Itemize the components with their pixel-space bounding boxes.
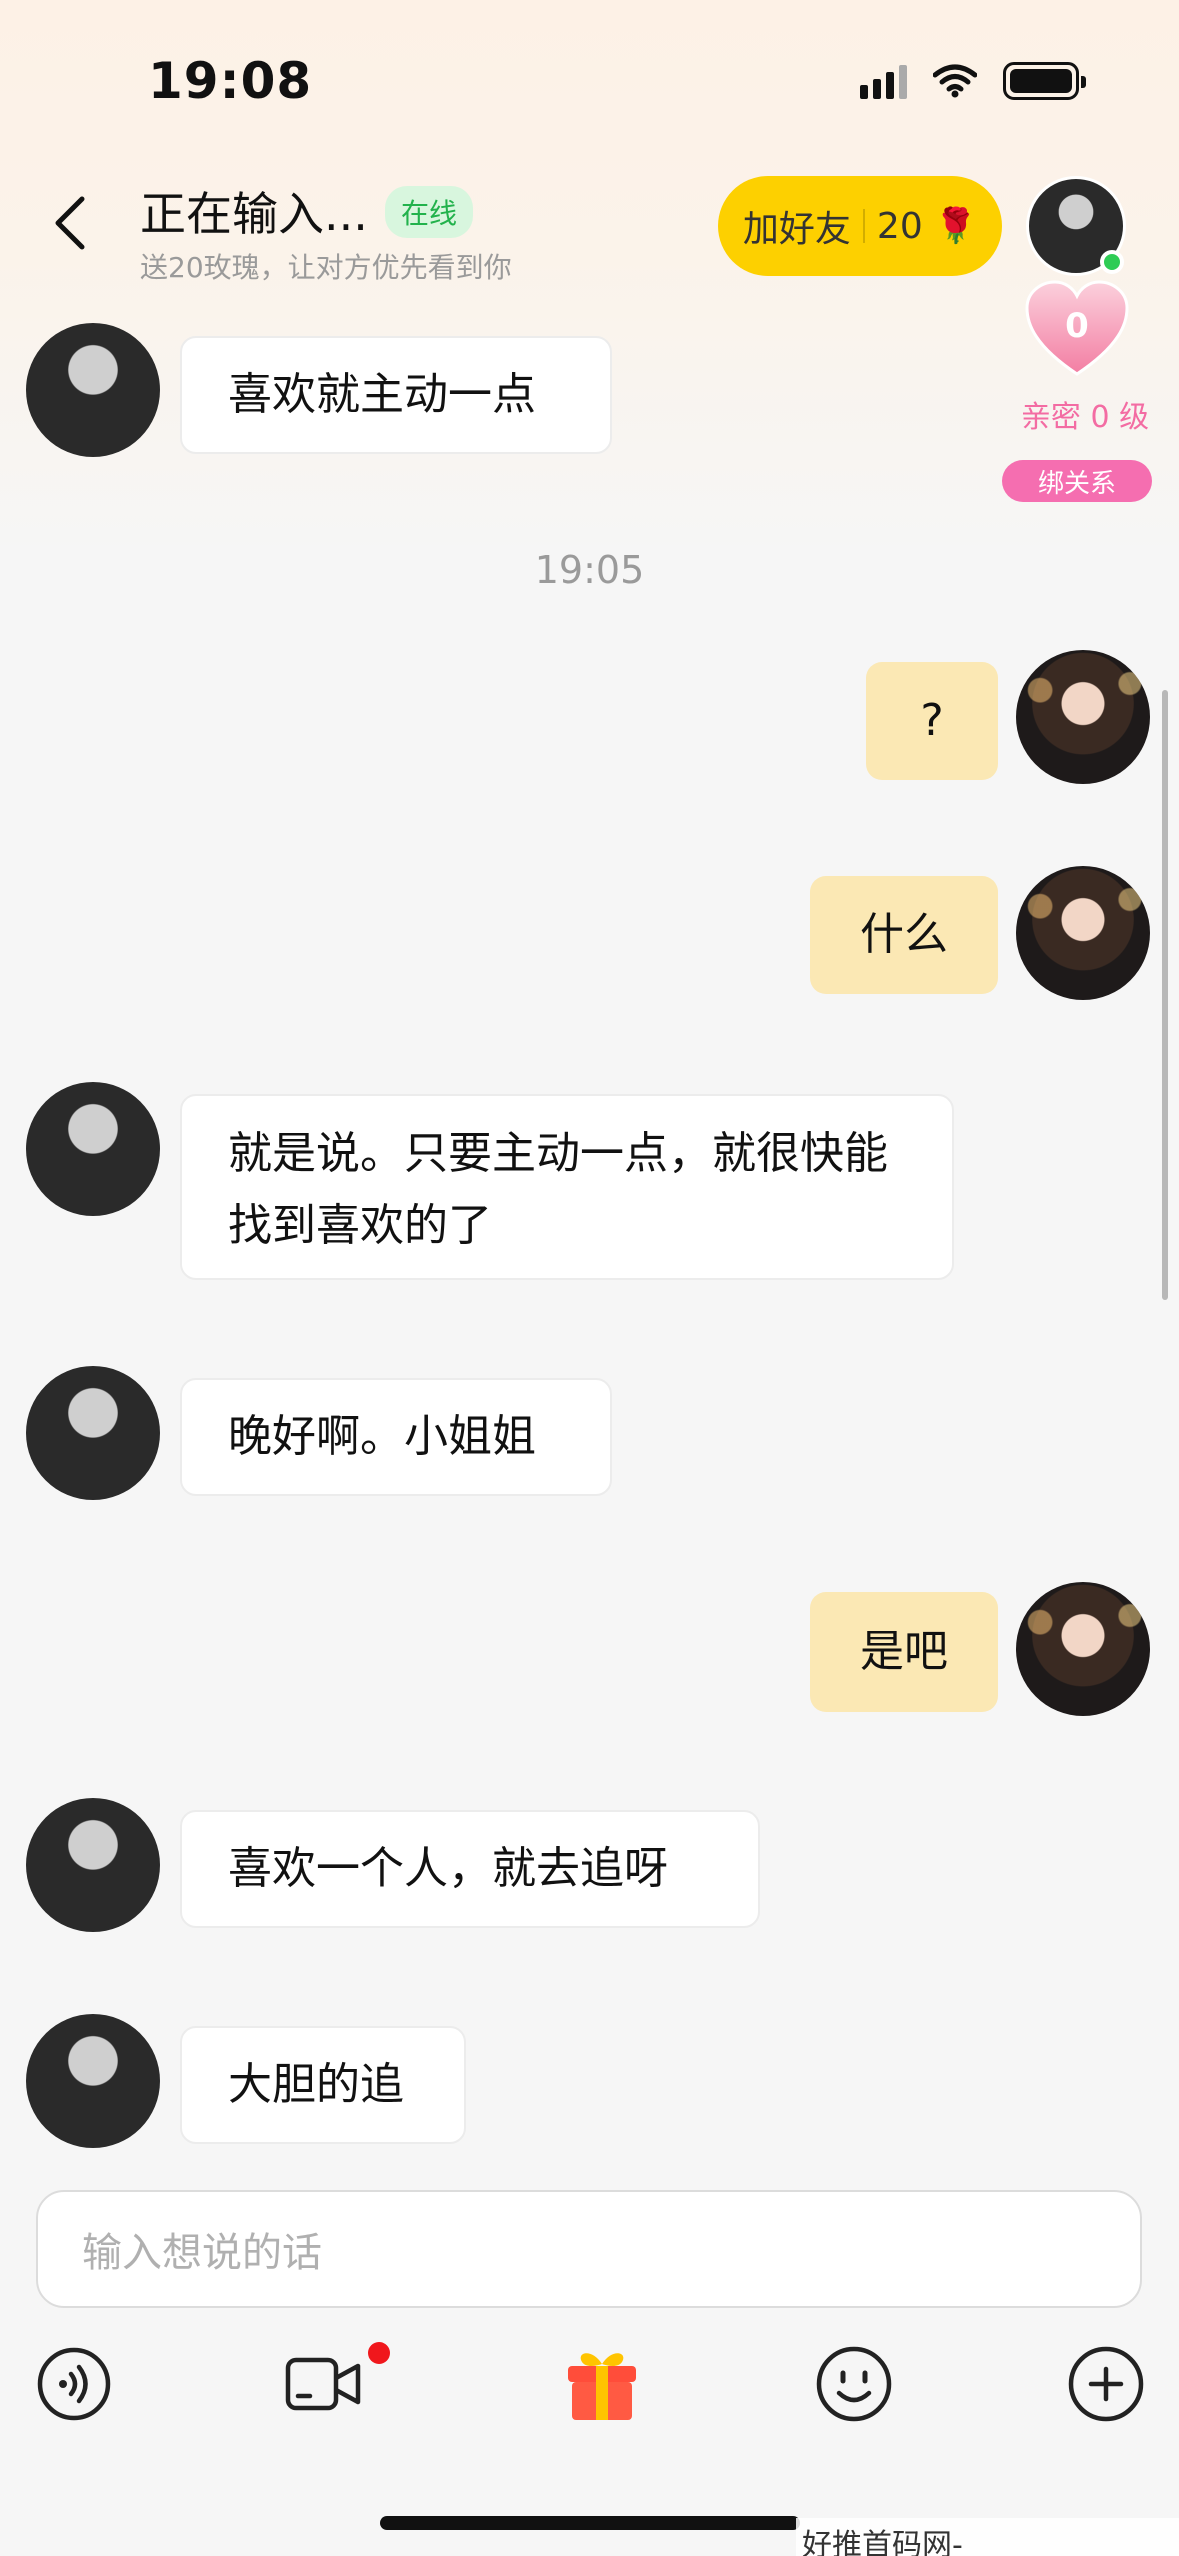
message-bubble[interactable]: 就是说。只要主动一点，就很快能找到喜欢的了 [180,1094,954,1280]
cellular-signal-icon [860,63,907,99]
back-button[interactable] [40,188,100,258]
message-bubble[interactable]: ? [866,662,998,780]
message-bubble[interactable]: 是吧 [810,1592,998,1712]
peer-avatar[interactable] [26,2014,160,2148]
online-indicator [1100,250,1124,274]
gift-button[interactable] [554,2336,650,2432]
intimacy-value: 0 [1065,306,1089,346]
online-status-badge: 在线 [385,186,474,238]
my-avatar[interactable] [1016,650,1150,784]
message-bubble[interactable]: 喜欢就主动一点 [180,336,612,454]
voice-button[interactable] [26,2336,122,2432]
add-friend-label: 加好友 [742,209,851,250]
chat-title: 正在输入... [140,187,368,241]
plus-icon [1068,2346,1144,2422]
intimacy-heart-icon[interactable]: 0 [1025,280,1129,380]
status-time: 19:08 [148,52,313,110]
watermark-text: 好推首码网-ht.bbs6666.com [796,2518,1179,2556]
message-bubble[interactable]: 晚好啊。小姐姐 [180,1378,612,1496]
chevron-left-icon [55,196,85,250]
notification-dot [368,2342,390,2364]
rose-icon: 🌹 [934,206,978,246]
my-avatar[interactable] [1016,1582,1150,1716]
bind-relationship-button[interactable]: 绑关系 [1002,460,1152,502]
wifi-icon [933,64,977,98]
battery-icon [1003,62,1086,100]
status-icons [860,62,1086,100]
more-button[interactable] [1058,2336,1154,2432]
message-bubble[interactable]: 大胆的追 [180,2026,466,2144]
add-friend-cost: 20 [876,205,923,247]
video-call-icon [285,2357,361,2411]
scrollbar[interactable] [1162,690,1168,1300]
divider [862,209,865,243]
time-separator: 19:05 [534,548,645,592]
peer-avatar[interactable] [26,1082,160,1216]
voice-icon [37,2347,111,2421]
intimacy-level: 亲密 0 级 [1020,400,1150,435]
emoji-button[interactable] [806,2336,902,2432]
message-input[interactable]: 输入想说的话 [36,2190,1142,2308]
message-bubble[interactable]: 什么 [810,876,998,994]
peer-avatar[interactable] [26,323,160,457]
gift-icon [568,2353,636,2420]
peer-avatar[interactable] [26,1798,160,1932]
add-friend-button[interactable]: 加好友 20 🌹 [718,176,1002,276]
message-bubble[interactable]: 喜欢一个人，就去追呀 [180,1810,760,1928]
emoji-icon [816,2346,892,2422]
home-indicator [380,2516,800,2530]
chat-subtitle: 送20玫瑰，让对方优先看到你 [140,251,512,284]
video-call-button[interactable] [276,2336,372,2432]
my-avatar[interactable] [1016,866,1150,1000]
peer-avatar[interactable] [26,1366,160,1500]
